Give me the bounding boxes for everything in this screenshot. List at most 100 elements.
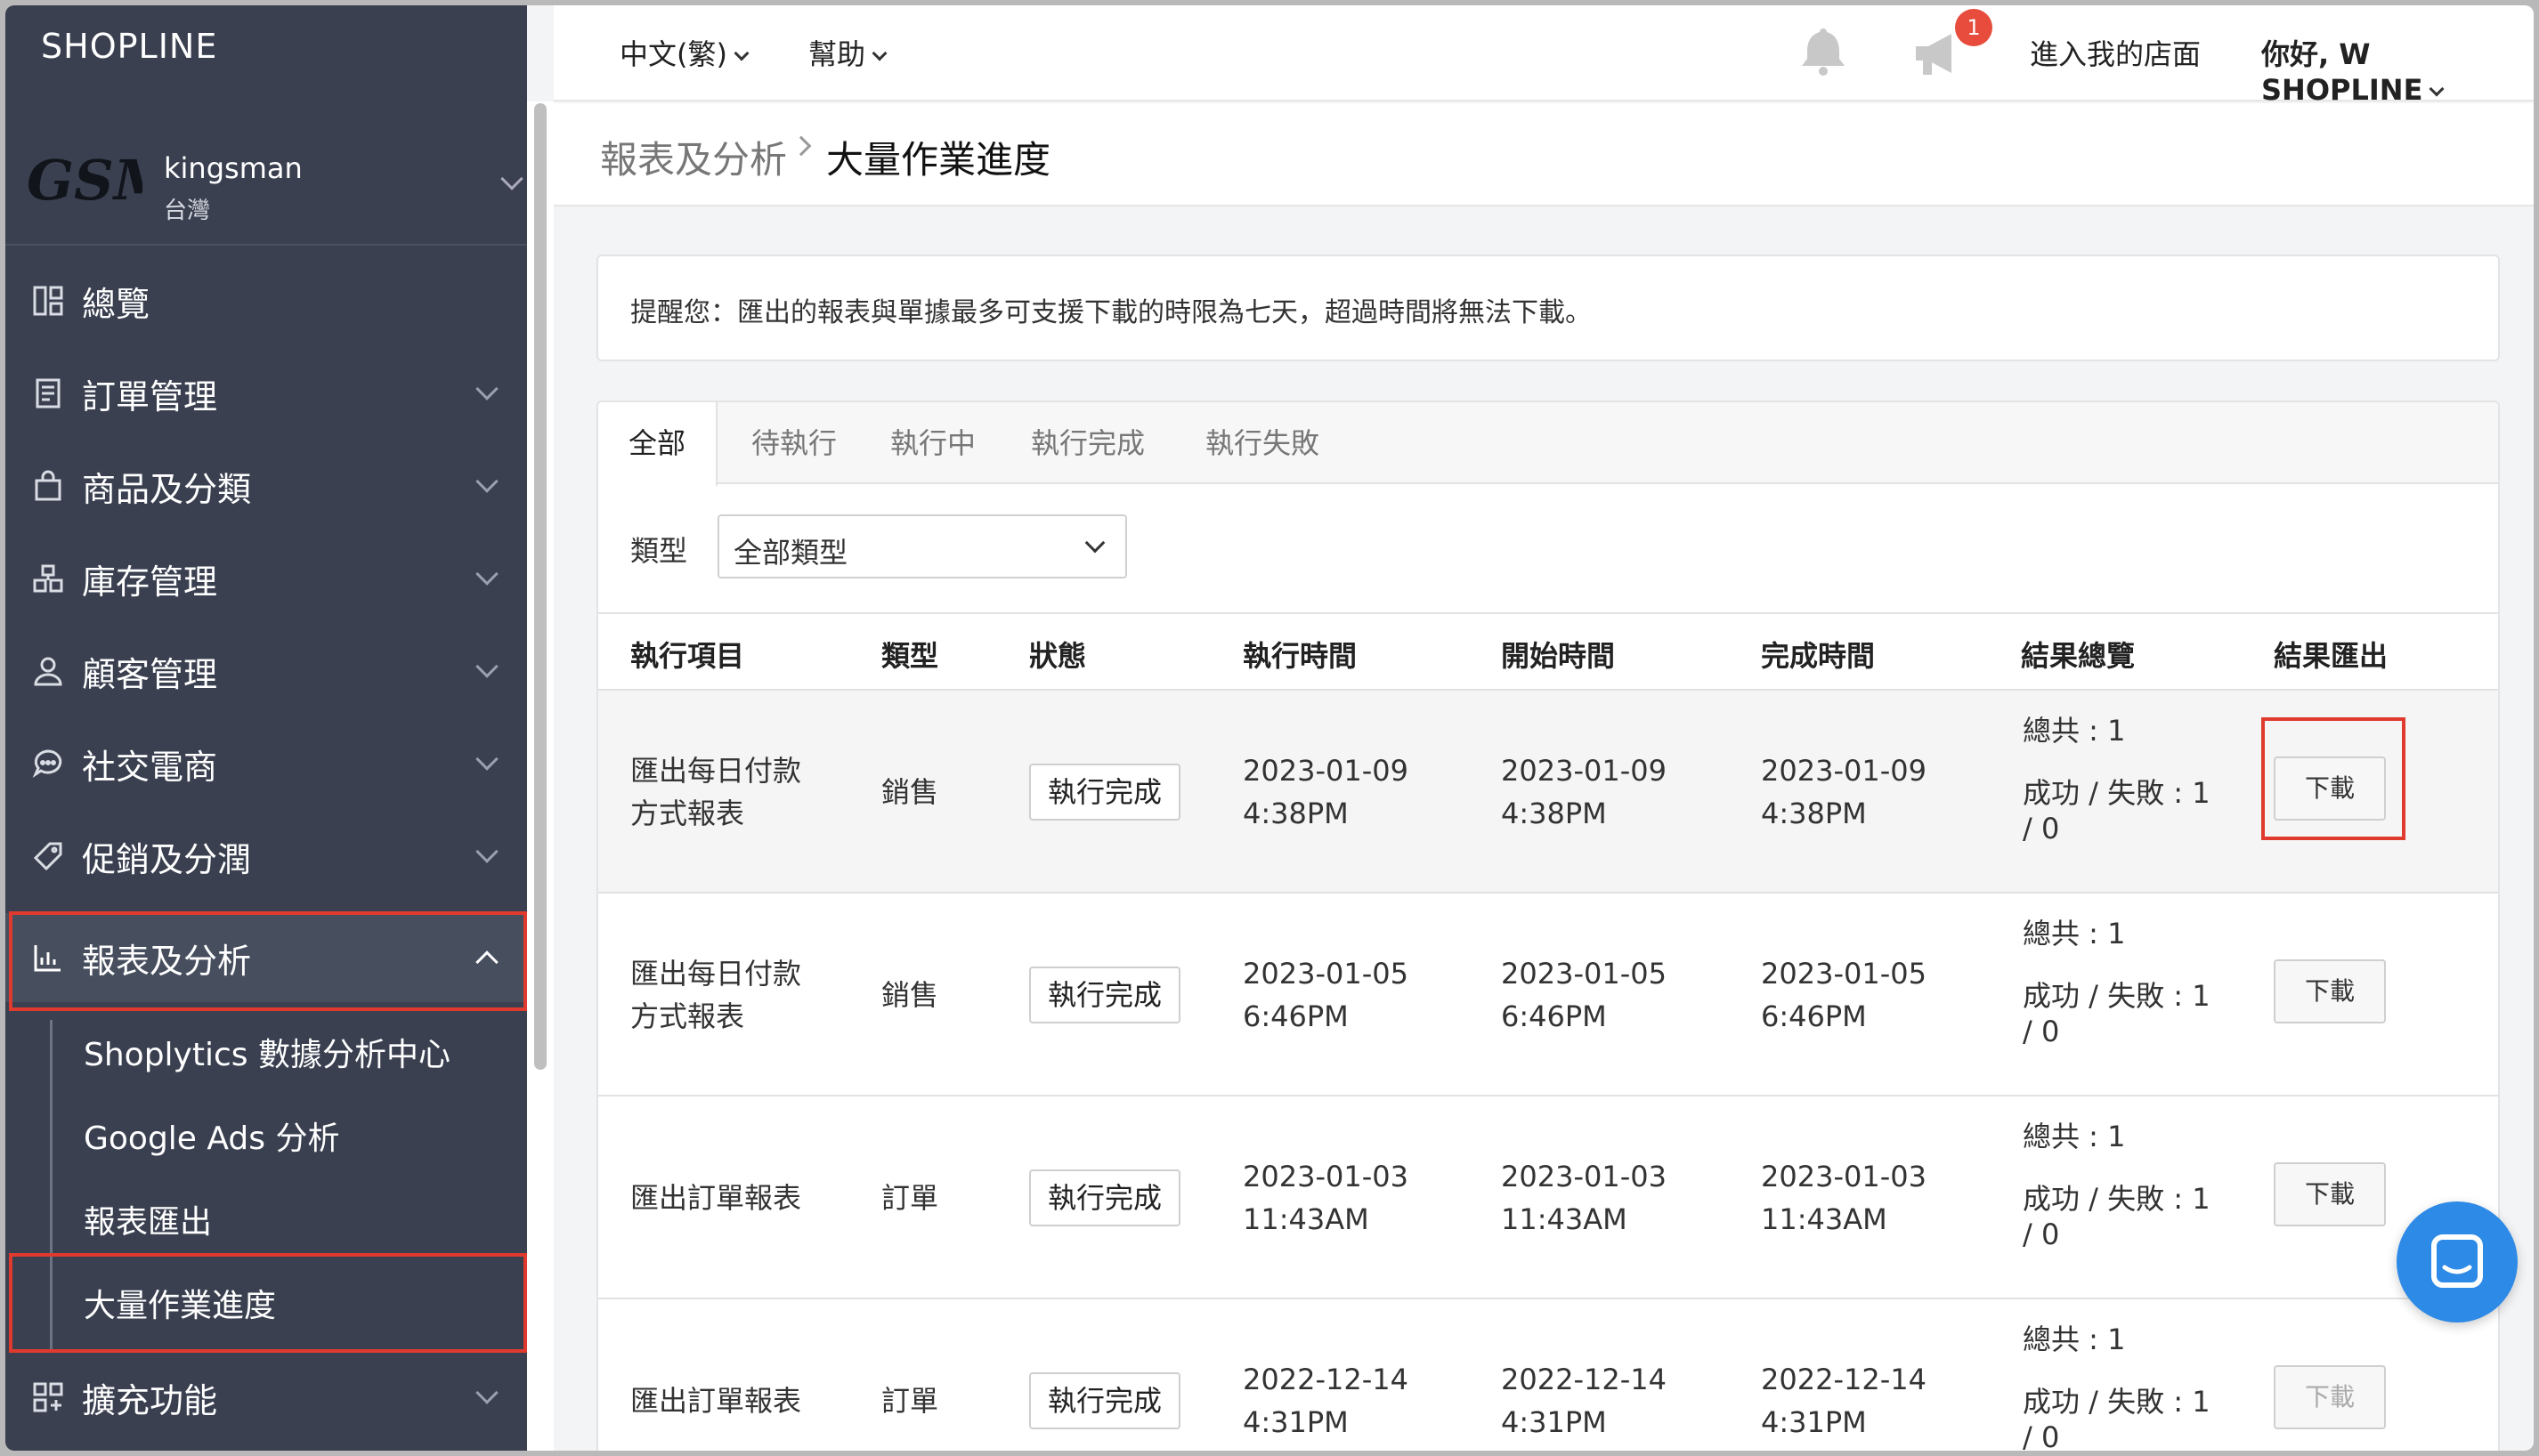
sidebar-item-social-commerce[interactable]: 社交電商 [5,719,527,808]
breadcrumb: 報表及分析 大量作業進度 [554,103,2534,206]
exec-time: 2023-01-05 6:46PM [1243,952,1408,1038]
exec-time: 2023-01-03 11:43AM [1243,1155,1408,1241]
sidebar-item-label: 社交電商 [82,747,218,787]
end-time: 2023-01-05 6:46PM [1761,952,1927,1038]
store-switcher[interactable]: GSM kingsman 台灣 [5,112,527,246]
chevron-down-icon [475,1381,499,1404]
tab-completed[interactable]: 執行完成 [1008,402,1168,484]
inventory-icon [30,561,66,596]
result-fail-count: / 0 [2023,812,2060,845]
time: 4:31PM [1761,1405,1867,1439]
start-time: 2023-01-03 11:43AM [1501,1155,1667,1241]
result-fail-count: / 0 [2023,1420,2060,1451]
item-name-line: 匯出訂單報表 [630,1181,802,1215]
type-filter-select[interactable]: 全部類型 [718,514,1127,578]
highlight-box-bulk-progress [9,1253,527,1353]
table-row: 匯出每日付款 方式報表 銷售 執行完成 2023-01-09 4:38PM 20… [598,691,2498,894]
column-header: 開始時間 [1501,639,1616,673]
exec-time: 2023-01-09 4:38PM [1243,749,1408,835]
exec-time: 2022-12-14 4:31PM [1243,1358,1408,1444]
time: 6:46PM [1761,999,1867,1033]
sidebar-item-label: 顧客管理 [82,654,218,694]
item-name: 匯出訂單報表 [630,1379,801,1422]
end-time: 2023-01-03 11:43AM [1761,1155,1927,1241]
date: 2023-01-05 [1501,957,1667,991]
sidebar-subitem-report-export[interactable]: 報表匯出 [84,1196,212,1242]
item-name-line: 方式報表 [630,999,745,1033]
help-menu[interactable]: 幫助 [808,32,888,73]
date: 2023-01-09 [1243,754,1408,788]
chevron-down-icon [2429,81,2445,97]
column-header: 結果總覽 [2021,639,2136,673]
chevron-down-icon [475,655,499,678]
time: 6:46PM [1501,999,1607,1033]
time: 11:43AM [1761,1202,1887,1236]
app-window: SHOPLINE GSM kingsman 台灣 總覽 訂單管理 商品及分類 [5,5,2534,1451]
item-name: 匯出每日付款 方式報表 [630,749,801,835]
chevron-down-icon [872,45,888,61]
date: 2023-01-05 [1761,957,1927,991]
highlight-box-reports [9,911,527,1011]
time: 4:38PM [1243,797,1349,830]
date: 2022-12-14 [1761,1363,1927,1396]
chat-icon [30,746,66,781]
sidebar-item-extensions[interactable]: 擴充功能 [5,1353,527,1442]
sidebar-item-customers[interactable]: 顧客管理 [5,627,527,716]
result-total: 總共 : 1 [2023,1120,2126,1153]
tab-running[interactable]: 執行中 [871,402,995,484]
result-success-fail: 成功 / 失敗 : 1 [2023,979,2210,1013]
download-button[interactable]: 下載 [2274,1365,2386,1429]
tab-failed[interactable]: 執行失敗 [1182,402,1343,484]
sidebar-subitem-google-ads[interactable]: Google Ads 分析 [84,1112,339,1159]
tab-pending[interactable]: 待執行 [732,402,856,484]
date: 2022-12-14 [1501,1363,1667,1396]
notice-text: 提醒您：匯出的報表與單據最多可支援下載的時限為七天，超過時間將無法下載。 [630,297,1592,328]
chevron-down-icon [475,840,499,863]
sidebar: SHOPLINE GSM kingsman 台灣 總覽 訂單管理 商品及分類 [5,5,527,1451]
order-icon [30,376,66,411]
account-menu[interactable]: 你好, W SHOPLINE [2261,32,2534,107]
language-selector[interactable]: 中文(繁) [620,32,750,73]
main-scrollbar-thumb[interactable] [534,103,547,1070]
sidebar-item-label: 商品及分類 [82,469,252,509]
result-success-fail: 成功 / 失敗 : 1 [2023,1385,2210,1419]
status-tabs: 全部 待執行 執行中 執行完成 執行失敗 [598,402,2498,486]
column-header: 狀態 [1029,639,1087,673]
dashboard-icon [30,283,66,319]
result-total: 總共 : 1 [2023,917,2126,950]
item-name-line: 匯出每日付款 [630,754,802,788]
result-fail-count: / 0 [2023,1015,2060,1048]
item-name-line: 匯出訂單報表 [630,1384,802,1418]
greeting-label: 你好, W SHOPLINE [2261,37,2423,107]
chevron-down-icon [475,377,499,400]
sidebar-item-products[interactable]: 商品及分類 [5,441,527,530]
sidebar-item-label: 總覽 [82,284,150,324]
sidebar-item-overview[interactable]: 總覽 [5,256,527,345]
tab-all[interactable]: 全部 [598,402,718,486]
time: 4:38PM [1761,797,1867,830]
sidebar-subitem-shoplytics[interactable]: Shoplytics 數據分析中心 [84,1029,450,1075]
enter-store-link[interactable]: 進入我的店面 [2030,32,2201,73]
date: 2023-01-03 [1243,1160,1408,1193]
result-total: 總共 : 1 [2023,714,2126,748]
type-filter-label: 類型 [630,534,688,568]
download-button[interactable]: 下載 [2274,959,2386,1023]
breadcrumb-parent[interactable]: 報表及分析 [600,130,787,184]
bell-icon[interactable] [1797,23,1850,77]
table-row: 匯出訂單報表 訂單 執行完成 2022-12-14 4:31PM 2022-12… [598,1299,2498,1451]
sidebar-item-orders[interactable]: 訂單管理 [5,349,527,438]
date: 2023-01-05 [1243,957,1408,991]
download-button[interactable]: 下載 [2274,1162,2386,1226]
item-name-line: 方式報表 [630,797,745,830]
chevron-down-icon [475,748,499,771]
column-header: 執行時間 [1243,639,1358,673]
chat-launcher-button[interactable] [2397,1201,2518,1323]
sidebar-item-promotions[interactable]: 促銷及分潤 [5,812,527,901]
shopline-logo[interactable]: SHOPLINE [41,27,217,66]
highlight-box-download [2261,717,2405,840]
column-header: 完成時間 [1761,639,1876,673]
time: 11:43AM [1501,1202,1627,1236]
sidebar-item-inventory[interactable]: 庫存管理 [5,534,527,623]
store-name: kingsman [164,151,303,185]
top-bar: 中文(繁) 幫助 1 進入我的店面 你好, W SHOPLINE [554,5,2534,107]
